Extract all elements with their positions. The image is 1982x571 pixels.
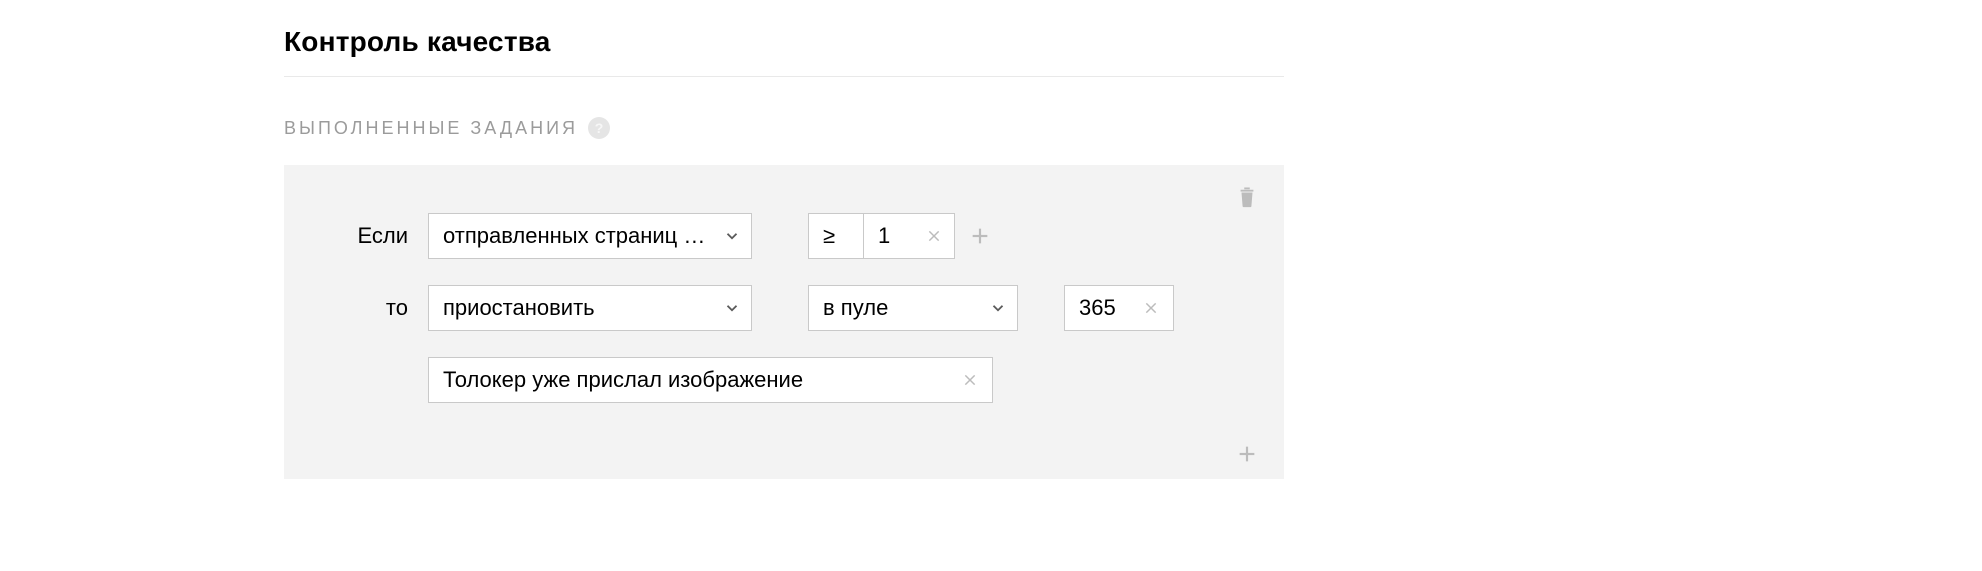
delete-rule-button[interactable]	[1236, 187, 1258, 209]
condition-operator-value: ≥	[823, 223, 853, 249]
condition-field-value: отправленных страниц з…	[443, 223, 709, 249]
action-reason-value: Толокер уже прислал изображение	[443, 367, 803, 393]
condition-operator-select[interactable]: ≥	[808, 213, 864, 259]
condition-value-input[interactable]: 1	[864, 213, 955, 259]
action-type-select[interactable]: приостановить	[428, 285, 752, 331]
help-icon[interactable]: ?	[588, 117, 610, 139]
action-reason-input[interactable]: Толокер уже прислал изображение	[428, 357, 993, 403]
chevron-down-icon	[989, 299, 1007, 317]
if-label: Если	[324, 223, 414, 249]
x-icon	[926, 228, 942, 244]
add-condition-button[interactable]	[969, 225, 991, 247]
then-label: то	[324, 295, 414, 321]
action-row: то приостановить в пуле 365	[324, 285, 1244, 331]
condition-value-text: 1	[878, 223, 896, 249]
action-scope-select[interactable]: в пуле	[808, 285, 1018, 331]
rule-card: Если отправленных страниц з… ≥ 1	[284, 165, 1284, 479]
clear-reason-button[interactable]	[962, 372, 978, 388]
action-scope-value: в пуле	[823, 295, 975, 321]
reason-row: Толокер уже прислал изображение	[324, 357, 1244, 403]
page-title: Контроль качества	[284, 26, 1982, 76]
condition-operator-value-group: ≥ 1	[808, 213, 955, 259]
plus-icon	[969, 225, 991, 247]
clear-condition-value-button[interactable]	[926, 228, 942, 244]
x-icon	[962, 372, 978, 388]
divider	[284, 76, 1284, 77]
plus-icon	[1236, 443, 1258, 465]
chevron-down-icon	[723, 227, 741, 245]
x-icon	[1143, 300, 1159, 316]
chevron-down-icon	[723, 299, 741, 317]
action-duration-input[interactable]: 365	[1064, 285, 1174, 331]
section-label: ВЫПОЛНЕННЫЕ ЗАДАНИЯ	[284, 118, 578, 139]
action-duration-value: 365	[1079, 295, 1116, 321]
trash-icon	[1236, 187, 1258, 209]
clear-duration-button[interactable]	[1143, 300, 1159, 316]
add-action-button[interactable]	[1236, 443, 1258, 465]
condition-field-select[interactable]: отправленных страниц з…	[428, 213, 752, 259]
condition-row: Если отправленных страниц з… ≥ 1	[324, 213, 1244, 259]
action-type-value: приостановить	[443, 295, 709, 321]
